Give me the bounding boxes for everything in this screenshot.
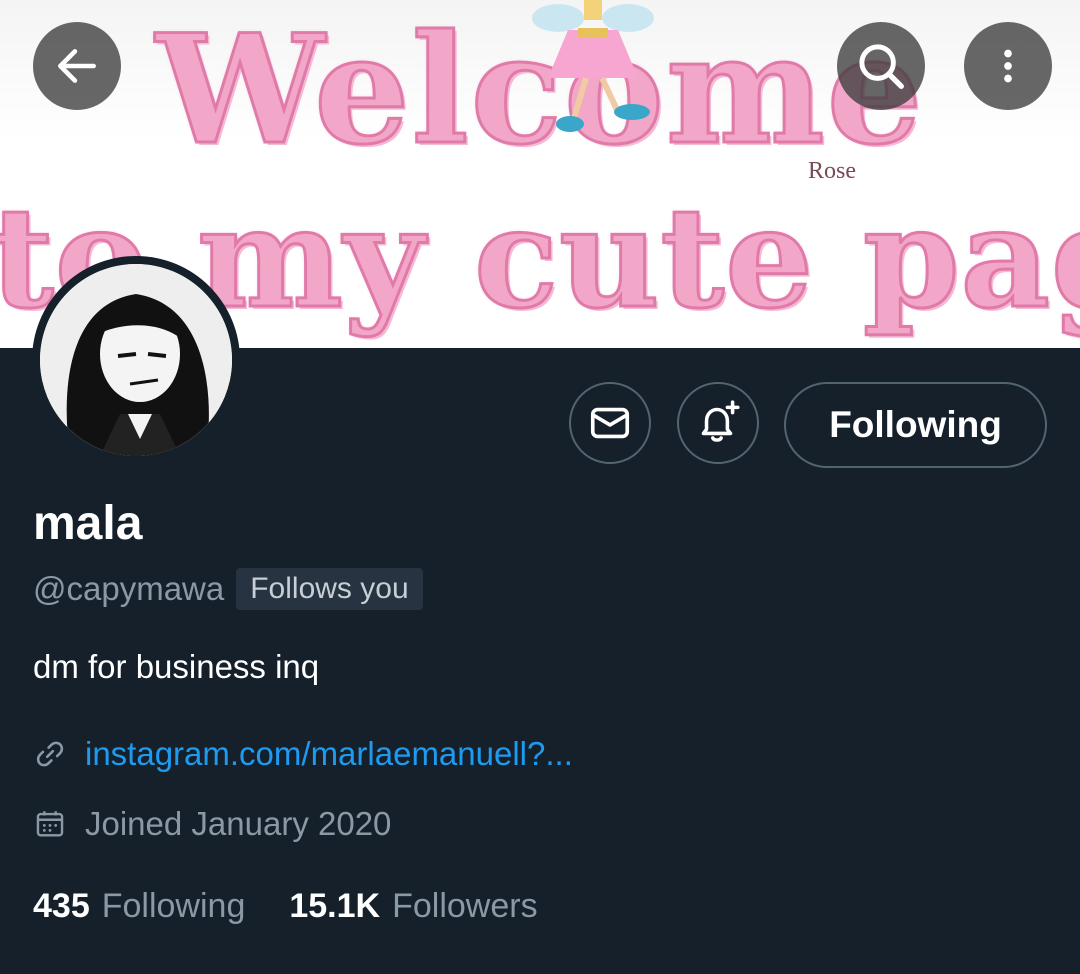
user-handle: @capymawa [33, 570, 225, 607]
following-count: 435 [33, 886, 90, 925]
search-button[interactable] [837, 22, 925, 110]
display-name: mala [33, 497, 143, 550]
bell-plus-icon [701, 400, 740, 442]
followers-count: 15.1K [289, 886, 381, 925]
handle-row: @capymawa Follows you [33, 566, 423, 612]
following-button[interactable]: Following [784, 382, 1047, 468]
follows-you-badge: Follows you [236, 568, 423, 610]
more-options-button[interactable] [964, 22, 1052, 110]
profile-bio: dm for business inq [33, 648, 320, 685]
joined-date: Joined January 2020 [85, 805, 392, 842]
notifications-button[interactable] [677, 382, 759, 464]
following-label: Following [101, 886, 246, 925]
following-stat[interactable]: 435 Following [33, 887, 245, 926]
link-icon [36, 741, 64, 767]
search-icon [859, 44, 904, 89]
profile-link-row[interactable]: instagram.com/marlaemanuell?... [33, 732, 573, 776]
avatar-image [40, 264, 232, 456]
profile-avatar[interactable] [32, 256, 240, 464]
arrow-left-icon [58, 49, 96, 83]
profile-link[interactable]: instagram.com/marlaemanuell?... [85, 735, 573, 773]
followers-label: Followers [392, 886, 538, 925]
calendar-icon [36, 811, 64, 837]
joined-row: Joined January 2020 [33, 802, 391, 846]
message-button[interactable] [569, 382, 651, 464]
back-button[interactable] [33, 22, 121, 110]
follow-stats: 435 Following 15.1K Followers [33, 884, 582, 928]
more-vertical-icon [1004, 49, 1012, 83]
envelope-icon [590, 407, 630, 439]
fairy-graphic [532, 0, 654, 132]
followers-stat[interactable]: 15.1K Followers [289, 887, 537, 926]
banner-signature: Rose [808, 158, 856, 184]
